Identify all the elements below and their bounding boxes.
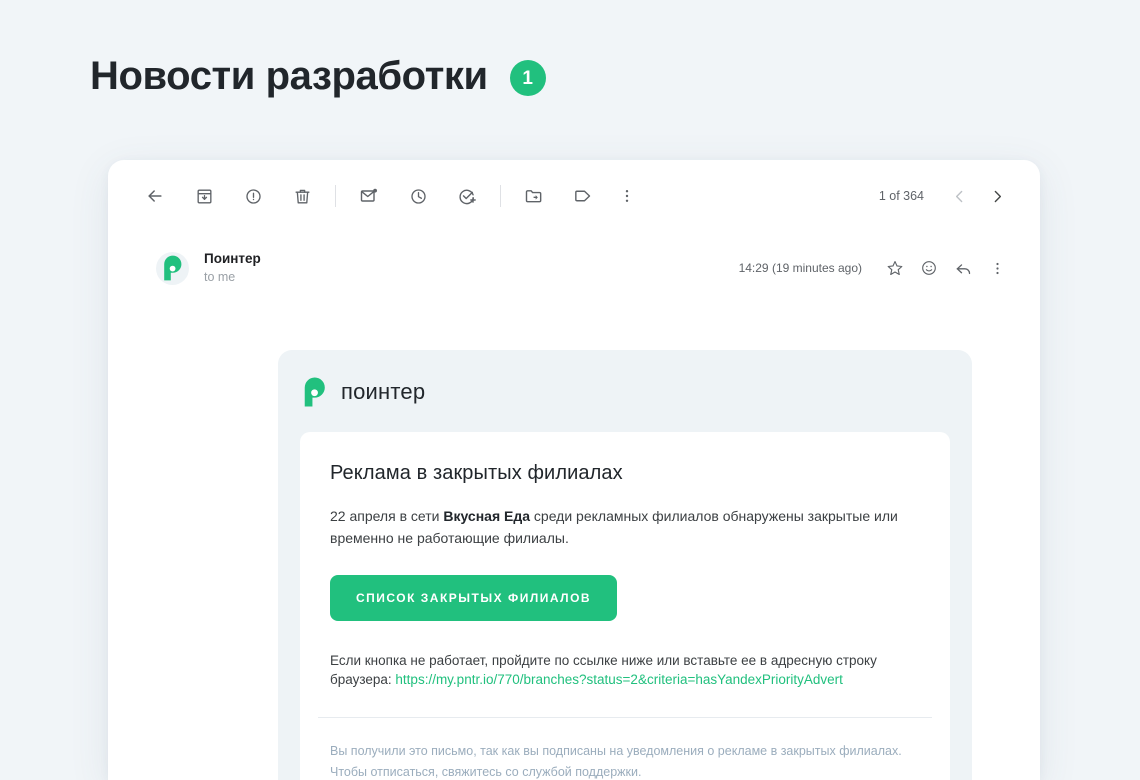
star-button[interactable] [880, 253, 910, 283]
back-icon [148, 190, 162, 202]
back-button[interactable] [138, 179, 172, 213]
report-spam-icon [245, 188, 261, 204]
add-to-tasks-button[interactable] [450, 179, 484, 213]
email-brand: поинтер [300, 376, 950, 432]
pager-next-button[interactable] [982, 181, 1012, 211]
message-more-button[interactable] [982, 253, 1012, 283]
status-badge: 1 [509, 60, 546, 96]
page-heading: Новости разработки 1 [90, 51, 546, 101]
closed-branches-list-button[interactable]: СПИСОК ЗАКРЫТЫХ ФИЛИАЛОВ [330, 575, 618, 621]
reply-icon [956, 263, 970, 274]
pointer-logo-icon [163, 255, 181, 281]
emoji-icon [922, 261, 936, 275]
message-timestamp: 14:29 (19 minutes ago) [738, 261, 862, 275]
archive-icon [196, 188, 212, 204]
email-footer: Вы получили это письмо, так как вы подпи… [330, 744, 902, 779]
mail-window: 1 of 364 Поинтер to me 14:29 (19 minutes… [108, 160, 1040, 780]
sender-recipient: to me [204, 269, 236, 284]
toolbar-pager: 1 of 364 [879, 181, 1012, 211]
move-to-button[interactable] [517, 179, 551, 213]
toolbar-actions [138, 179, 644, 213]
fallback-instructions: Если кнопка не работает, пройдите по ссы… [330, 651, 920, 689]
reply-button[interactable] [948, 253, 978, 283]
sender-actions: 14:29 (19 minutes ago) [739, 253, 1012, 283]
email-paragraph-bold: Вкусная Еда [443, 508, 531, 524]
email-card: Реклама в закрытых филиалах 22 апреля в … [300, 432, 950, 780]
label-button[interactable] [566, 179, 600, 213]
page-title: Новости разработки [90, 54, 488, 98]
snooze-icon [410, 188, 426, 204]
more-options-icon [995, 262, 999, 274]
more-options-icon [625, 190, 629, 202]
move-to-icon [525, 190, 542, 203]
email-paragraph: 22 апреля в сети Вкусная Еда среди рекла… [330, 505, 920, 549]
brand-wordmark: поинтер [341, 379, 426, 404]
email-paragraph-prefix: 22 апреля в сети [330, 508, 444, 524]
snooze-button[interactable] [401, 179, 435, 213]
toolbar: 1 of 364 [108, 160, 1040, 232]
pointer-logo-icon [304, 377, 325, 407]
pager-prev-button[interactable] [944, 181, 974, 211]
label-icon [575, 190, 591, 202]
mark-unread-icon [360, 188, 377, 202]
cta-wrapper: СПИСОК ЗАКРЫТЫХ ФИЛИАЛОВ [330, 549, 920, 651]
email-card-content: Реклама в закрытых филиалах 22 апреля в … [300, 462, 950, 689]
pager-count: 1 of 364 [878, 189, 924, 203]
sender-row: Поинтер to me 14:29 (19 minutes ago) [108, 232, 1040, 294]
add-reaction-button[interactable] [914, 253, 944, 283]
branches-link[interactable]: https://my.pntr.io/770/branches?status=2… [395, 672, 842, 687]
sender-meta: Поинтер to me [204, 251, 261, 286]
email-title: Реклама в закрытых филиалах [330, 462, 623, 484]
add-to-tasks-icon [459, 189, 476, 205]
avatar[interactable] [156, 251, 189, 285]
email-body: поинтер Реклама в закрытых филиалах 22 а… [278, 350, 972, 780]
chevron-left-icon [955, 190, 962, 202]
report-spam-button[interactable] [236, 179, 270, 213]
toolbar-separator-2 [500, 185, 501, 207]
archive-button[interactable] [187, 179, 221, 213]
mark-unread-button[interactable] [352, 179, 386, 213]
delete-button[interactable] [285, 179, 319, 213]
sender-name: Поинтер [204, 250, 261, 266]
toolbar-separator-1 [335, 185, 336, 207]
more-options-button[interactable] [610, 179, 644, 213]
star-icon [887, 260, 903, 276]
delete-icon [294, 189, 310, 204]
chevron-right-icon [994, 190, 1001, 202]
